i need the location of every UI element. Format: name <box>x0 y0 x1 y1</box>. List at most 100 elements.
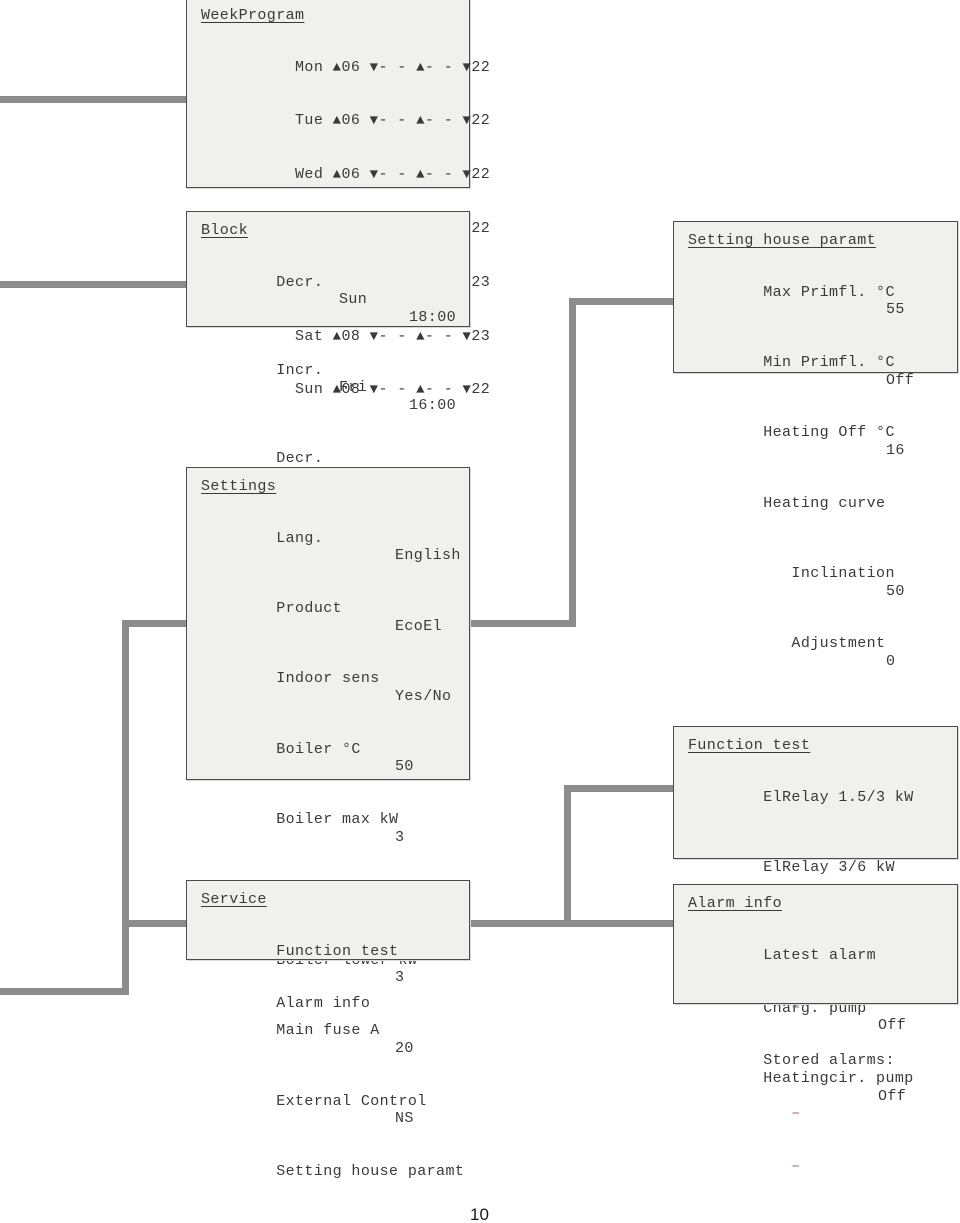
connector-service-left <box>122 920 188 927</box>
page-number: 10 <box>470 1205 489 1223</box>
table-row[interactable]: Boiler °C 50 <box>201 723 469 793</box>
time-value: 22 <box>471 166 491 184</box>
connector-functest <box>564 785 675 792</box>
day-label: Wed <box>295 166 324 184</box>
row-label: Min Primfl. °C <box>763 353 895 371</box>
table-row[interactable]: Indoor sens Yes/No <box>201 653 469 723</box>
table-row[interactable]: Heating curve <box>688 477 957 547</box>
panel-block[interactable]: Block Decr. Sun 18:00 Incr. Fri 16:00 De… <box>186 211 470 572</box>
row-label: Product <box>276 599 343 617</box>
row-label: Adjustment <box>763 635 886 653</box>
time-value: 22 <box>471 112 491 130</box>
panel-alarm-info[interactable]: Alarm info Latest alarm – Stored alarms:… <box>673 884 958 1175</box>
table-row[interactable]: Min Primfl. °C Off <box>688 336 957 406</box>
row-label: Lang. <box>276 529 324 547</box>
dash-placeholder: – <box>791 999 801 1017</box>
time-value: 22 <box>471 381 491 399</box>
latest-alarm-value: – <box>688 982 957 1035</box>
separator: - <box>443 112 454 130</box>
triangle-up-icon: ▲ <box>416 167 425 184</box>
time-value: - <box>424 112 435 130</box>
time-value: 22 <box>471 58 491 76</box>
connector-block <box>0 281 188 288</box>
table-row[interactable]: Decr. Sun 18:00 <box>201 256 469 344</box>
time-value: - <box>378 166 388 184</box>
connector-left-trunk <box>122 620 129 995</box>
connector-settings-right <box>468 620 576 627</box>
row-label: ElRelay 1.5/3 kW <box>763 788 914 806</box>
time-value: 22 <box>471 219 491 237</box>
table-row[interactable]: Inclination 50 <box>688 548 957 618</box>
diagram-canvas: WeekProgram Mon ▲06 ▼- - ▲- - ▼22 Tue ▲0… <box>0 0 960 1223</box>
connector-settings-left <box>122 620 188 627</box>
row-value: EcoEl <box>395 617 443 635</box>
table-row[interactable]: Setting house paramt <box>201 1145 469 1215</box>
table-row[interactable]: Boiler max kW 3 <box>201 794 469 864</box>
connector-house-riser <box>569 298 576 627</box>
panel-service[interactable]: Service Function test Alarm info <box>186 880 470 1012</box>
row-day: Fri <box>339 379 368 397</box>
time-value: 06 <box>341 58 361 76</box>
table-row[interactable]: Holiday On/Off <box>201 1216 469 1223</box>
stored-alarms-label: Stored alarms: <box>688 1035 957 1088</box>
stored-alarm-value: – <box>688 1087 957 1140</box>
row-value: 0 <box>886 653 896 671</box>
row-label: Latest alarm <box>763 946 877 964</box>
row-label: Boiler °C <box>276 740 361 758</box>
separator: - <box>397 112 407 130</box>
table-row[interactable]: Wed ▲06 ▼- - ▲- - ▼22 <box>201 149 490 203</box>
table-row[interactable]: Mon ▲06 ▼- - ▲- - ▼22 <box>201 41 490 95</box>
panel-settings[interactable]: Settings Lang. English Product EcoEl Ind… <box>186 467 470 1180</box>
row-value: 16 <box>886 441 905 459</box>
day-label: Mon <box>295 58 324 76</box>
row-label: Heating Off °C <box>763 424 895 442</box>
stored-alarm-value: – <box>688 1140 957 1193</box>
list-item[interactable]: Function test <box>201 925 469 978</box>
table-row[interactable]: ElRelay 1.5/3 kW <box>688 771 957 841</box>
triangle-up-icon: ▲ <box>416 59 425 76</box>
connector-functest-riser <box>564 785 571 927</box>
table-row[interactable]: Adjustment 0 <box>688 618 957 688</box>
table-row[interactable]: Incr. Fri 16:00 <box>201 344 469 432</box>
time-value: 23 <box>471 273 491 291</box>
row-value: 3 <box>395 828 405 846</box>
time-value: 06 <box>341 166 361 184</box>
day-label: Tue <box>295 112 324 130</box>
dash-placeholder: – <box>791 1157 801 1175</box>
dash-placeholder: – <box>791 1104 801 1122</box>
row-label: Max Primfl. °C <box>763 283 895 301</box>
row-label: Indoor sens <box>276 670 380 688</box>
time-value: 23 <box>471 327 491 345</box>
separator: - <box>443 166 454 184</box>
list-item[interactable]: Alarm info <box>201 978 469 1031</box>
row-label: Alarm info <box>276 995 371 1013</box>
table-row[interactable]: Product EcoEl <box>201 582 469 652</box>
row-label: Incr. <box>276 361 324 379</box>
panel-title-weekprogram: WeekProgram <box>201 7 305 24</box>
panel-title-service: Service <box>201 891 267 908</box>
panel-title-block: Block <box>201 222 249 239</box>
panel-function-test[interactable]: Function test ElRelay 1.5/3 kW ElRelay 3… <box>673 726 958 1105</box>
row-value: 50 <box>886 582 905 600</box>
separator: - <box>397 166 407 184</box>
row-label: Decr. <box>276 273 324 291</box>
table-row[interactable]: Heating Off °C 16 <box>688 407 957 477</box>
table-row[interactable]: Max Primfl. °C 55 <box>688 266 957 336</box>
row-time: 16:00 <box>409 396 457 414</box>
row-value: 50 <box>395 758 414 776</box>
latest-alarm-label: Latest alarm <box>688 929 957 982</box>
row-day: Sun <box>339 291 368 309</box>
row-label: ElRelay 3/6 kW <box>763 858 895 876</box>
row-value: NS <box>395 1110 414 1128</box>
table-row[interactable]: Lang. English <box>201 512 469 582</box>
time-value: - <box>378 112 388 130</box>
time-value: - <box>424 58 435 76</box>
row-label: Function test <box>276 942 399 960</box>
connector-house-param <box>569 298 675 305</box>
panel-title-alarm-info: Alarm info <box>688 895 783 912</box>
panel-setting-house-paramt[interactable]: Setting house paramt Max Primfl. °C 55 M… <box>673 221 958 670</box>
table-row[interactable]: External Control NS <box>201 1075 469 1145</box>
row-label: Setting house paramt <box>276 1162 465 1180</box>
panel-weekprogram[interactable]: WeekProgram Mon ▲06 ▼- - ▲- - ▼22 Tue ▲0… <box>186 0 490 398</box>
table-row[interactable]: Tue ▲06 ▼- - ▲- - ▼22 <box>201 95 490 149</box>
